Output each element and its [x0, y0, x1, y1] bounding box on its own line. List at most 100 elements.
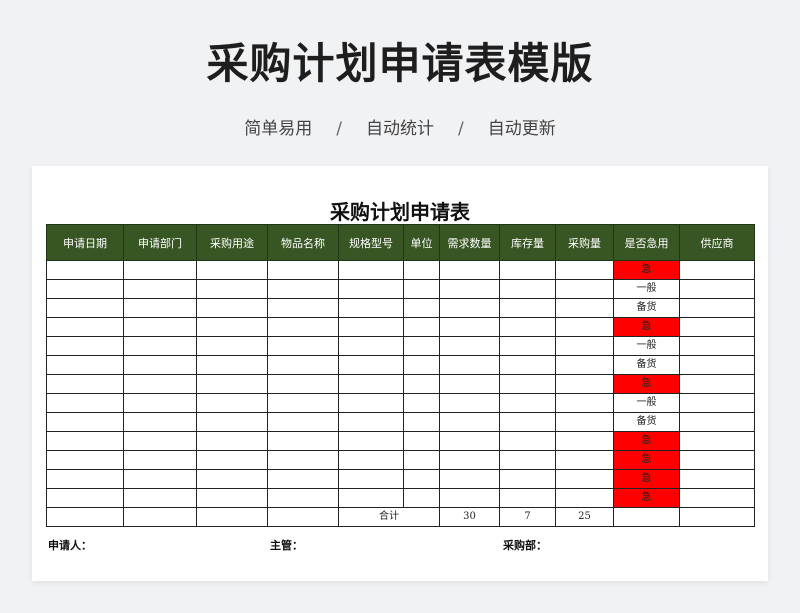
- table-cell[interactable]: [196, 431, 268, 451]
- urgency-cell[interactable]: 一般: [613, 393, 680, 413]
- table-cell[interactable]: [555, 431, 614, 451]
- urgency-cell[interactable]: 急: [613, 374, 680, 394]
- column-header[interactable]: 采购量: [555, 224, 614, 261]
- table-cell[interactable]: [267, 393, 339, 413]
- table-cell[interactable]: [338, 298, 404, 318]
- table-cell[interactable]: [679, 488, 755, 508]
- urgency-cell[interactable]: 备货: [613, 298, 680, 318]
- table-cell[interactable]: [403, 393, 440, 413]
- table-cell[interactable]: [338, 317, 404, 337]
- table-cell[interactable]: [439, 469, 500, 489]
- table-cell[interactable]: [46, 279, 124, 299]
- table-cell[interactable]: [555, 412, 614, 432]
- table-cell[interactable]: [439, 412, 500, 432]
- table-cell[interactable]: [555, 355, 614, 375]
- table-cell[interactable]: [123, 393, 197, 413]
- table-cell[interactable]: [46, 507, 124, 527]
- urgency-cell[interactable]: 一般: [613, 336, 680, 356]
- table-cell[interactable]: [267, 412, 339, 432]
- table-cell[interactable]: [196, 469, 268, 489]
- table-cell[interactable]: [267, 431, 339, 451]
- table-cell[interactable]: [403, 469, 440, 489]
- table-cell[interactable]: [679, 374, 755, 394]
- table-cell[interactable]: [123, 317, 197, 337]
- table-cell[interactable]: [196, 298, 268, 318]
- table-cell[interactable]: [123, 507, 197, 527]
- column-header[interactable]: 规格型号: [338, 224, 404, 261]
- table-cell[interactable]: [196, 488, 268, 508]
- table-cell[interactable]: [123, 374, 197, 394]
- table-cell[interactable]: [439, 317, 500, 337]
- total-stock-qty[interactable]: 7: [499, 507, 556, 527]
- table-cell[interactable]: [267, 260, 339, 280]
- table-cell[interactable]: [338, 260, 404, 280]
- table-cell[interactable]: [46, 355, 124, 375]
- table-cell[interactable]: [46, 450, 124, 470]
- table-cell[interactable]: [338, 374, 404, 394]
- table-cell[interactable]: [439, 488, 500, 508]
- table-cell[interactable]: [338, 412, 404, 432]
- table-cell[interactable]: [196, 393, 268, 413]
- column-header[interactable]: 采购用途: [196, 224, 268, 261]
- column-header[interactable]: 申请日期: [46, 224, 124, 261]
- table-cell[interactable]: [196, 374, 268, 394]
- urgency-cell[interactable]: 备货: [613, 355, 680, 375]
- table-cell[interactable]: [338, 469, 404, 489]
- table-cell[interactable]: [196, 260, 268, 280]
- table-cell[interactable]: [123, 279, 197, 299]
- column-header[interactable]: 单位: [403, 224, 440, 261]
- table-cell[interactable]: [403, 279, 440, 299]
- table-cell[interactable]: [499, 279, 556, 299]
- table-cell[interactable]: [499, 488, 556, 508]
- table-cell[interactable]: [196, 279, 268, 299]
- table-cell[interactable]: [123, 260, 197, 280]
- table-cell[interactable]: [403, 355, 440, 375]
- table-cell[interactable]: [499, 450, 556, 470]
- table-cell[interactable]: [439, 260, 500, 280]
- table-cell[interactable]: [439, 393, 500, 413]
- table-cell[interactable]: [499, 431, 556, 451]
- table-cell[interactable]: [338, 431, 404, 451]
- table-cell[interactable]: [403, 431, 440, 451]
- table-cell[interactable]: [403, 450, 440, 470]
- table-cell[interactable]: [555, 469, 614, 489]
- table-cell[interactable]: [46, 336, 124, 356]
- table-cell[interactable]: [499, 260, 556, 280]
- table-cell[interactable]: [267, 279, 339, 299]
- table-cell[interactable]: [679, 355, 755, 375]
- table-cell[interactable]: [338, 450, 404, 470]
- table-cell[interactable]: [123, 336, 197, 356]
- table-cell[interactable]: [46, 393, 124, 413]
- table-cell[interactable]: [123, 431, 197, 451]
- table-cell[interactable]: [46, 298, 124, 318]
- table-cell[interactable]: [338, 393, 404, 413]
- table-cell[interactable]: [46, 374, 124, 394]
- table-cell[interactable]: [267, 336, 339, 356]
- table-cell[interactable]: [46, 469, 124, 489]
- table-cell[interactable]: [439, 355, 500, 375]
- table-cell[interactable]: [338, 488, 404, 508]
- table-cell[interactable]: [555, 317, 614, 337]
- table-cell[interactable]: [403, 260, 440, 280]
- column-header[interactable]: 申请部门: [123, 224, 197, 261]
- table-cell[interactable]: [499, 374, 556, 394]
- table-cell[interactable]: [499, 393, 556, 413]
- table-cell[interactable]: [555, 488, 614, 508]
- table-cell[interactable]: [196, 355, 268, 375]
- table-cell[interactable]: [555, 336, 614, 356]
- table-cell[interactable]: [267, 355, 339, 375]
- total-demand-qty[interactable]: 30: [439, 507, 500, 527]
- total-purchase-qty[interactable]: 25: [555, 507, 614, 527]
- table-cell[interactable]: [679, 260, 755, 280]
- column-header[interactable]: 物品名称: [267, 224, 339, 261]
- table-cell[interactable]: [555, 298, 614, 318]
- table-cell[interactable]: [679, 469, 755, 489]
- column-header[interactable]: 需求数量: [439, 224, 500, 261]
- table-cell[interactable]: [499, 355, 556, 375]
- table-cell[interactable]: [196, 450, 268, 470]
- table-cell[interactable]: [679, 507, 755, 527]
- table-cell[interactable]: [267, 469, 339, 489]
- table-cell[interactable]: [403, 336, 440, 356]
- table-cell[interactable]: [46, 412, 124, 432]
- table-cell[interactable]: [46, 488, 124, 508]
